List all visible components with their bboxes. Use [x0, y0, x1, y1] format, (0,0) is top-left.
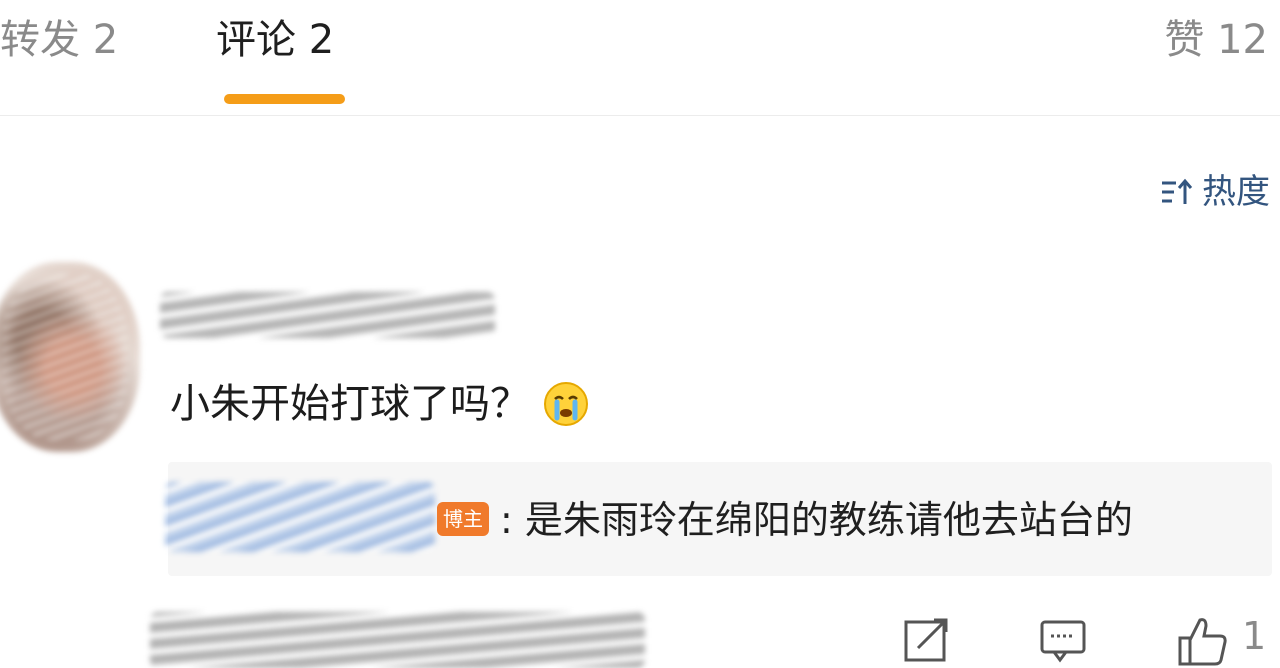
- sort-by-hot-button[interactable]: 热度: [1160, 172, 1270, 212]
- sort-icon: [1160, 177, 1194, 207]
- like-button[interactable]: [1176, 614, 1228, 668]
- tab-comment[interactable]: 评论 2: [216, 14, 334, 66]
- share-button[interactable]: [902, 614, 952, 664]
- reply-button[interactable]: [1038, 614, 1088, 664]
- like-count: 1: [1242, 614, 1267, 658]
- comment-body: 小朱开始打球了吗？: [170, 376, 590, 432]
- crying-face-icon: [542, 380, 590, 428]
- next-username-blurred[interactable]: [150, 612, 645, 668]
- username-blurred[interactable]: [160, 292, 495, 338]
- tab-bar: 转发 2 评论 2 赞 12: [0, 0, 1280, 116]
- reply-text: : 是朱雨玲在绵阳的教练请他去站台的: [500, 498, 1133, 542]
- tab-like[interactable]: 赞 12: [1164, 14, 1268, 66]
- tab-repost[interactable]: 转发 2: [0, 14, 118, 66]
- thumbs-up-icon: [1176, 614, 1228, 668]
- sort-label: 热度: [1202, 172, 1270, 212]
- reply-username-blurred[interactable]: [165, 482, 435, 552]
- share-icon: [902, 614, 952, 664]
- author-badge: 博主: [437, 502, 489, 536]
- comment-text: 小朱开始打球了吗？: [170, 381, 530, 427]
- avatar[interactable]: [0, 262, 140, 452]
- active-tab-indicator: [224, 94, 345, 104]
- comment-icon: [1038, 614, 1088, 664]
